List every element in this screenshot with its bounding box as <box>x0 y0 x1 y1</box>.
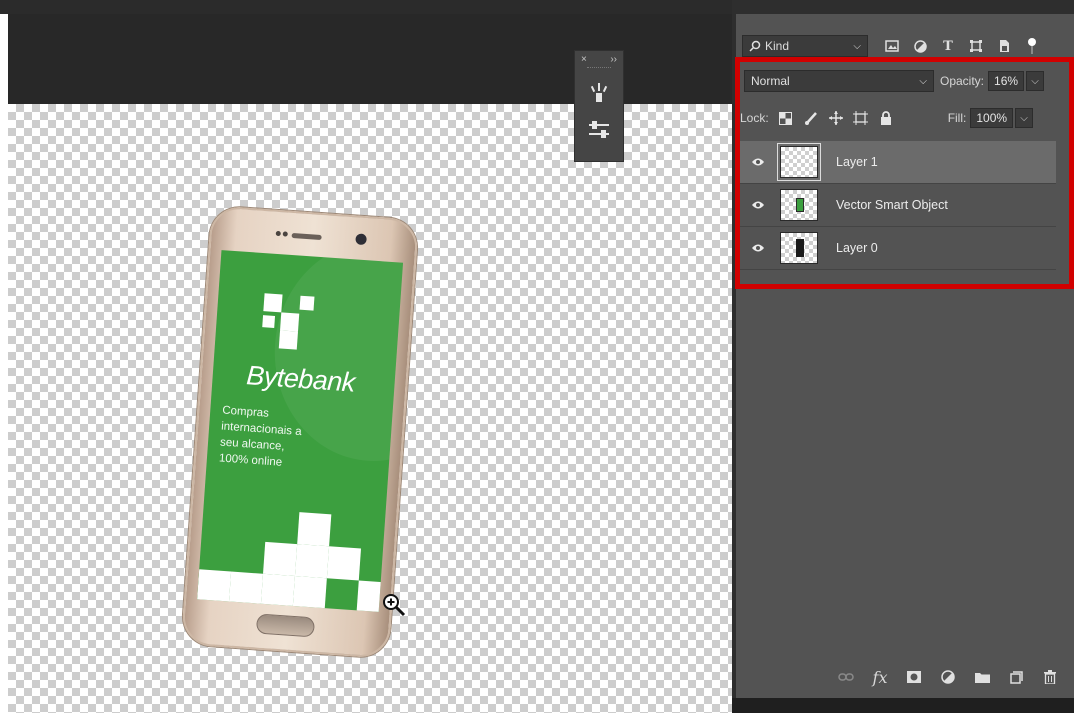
search-icon <box>749 40 761 52</box>
layers-footer: fx <box>736 664 1074 690</box>
close-icon[interactable]: × <box>581 54 587 65</box>
adjustment-filter-icon[interactable] <box>906 35 934 57</box>
pen-tools-icon[interactable] <box>575 73 623 111</box>
add-mask-icon[interactable] <box>904 667 924 687</box>
expand-icon[interactable]: ›› <box>610 54 617 65</box>
chevron-down-icon: ⌵ <box>853 40 861 52</box>
new-group-folder-icon[interactable] <box>972 667 992 687</box>
kind-filter-select[interactable]: Kind ⌵ <box>742 35 868 57</box>
annotation-highlight-box <box>735 57 1074 289</box>
shape-filter-icon[interactable] <box>962 35 990 57</box>
canvas-top-bar <box>0 0 732 14</box>
new-layer-icon[interactable] <box>1006 667 1026 687</box>
new-adjustment-layer-icon[interactable] <box>938 667 958 687</box>
adjust-sliders-icon[interactable] <box>575 111 623 149</box>
document-canvas[interactable]: × ›› Bytebank Compras internacionais a s… <box>0 0 732 713</box>
phone-screen: Bytebank Compras internacionais a seu al… <box>197 250 404 612</box>
tagline: Compras internacionais a seu alcance, 10… <box>218 404 302 469</box>
filter-toggle-icon[interactable] <box>1018 35 1046 57</box>
link-layers-icon[interactable] <box>836 667 856 687</box>
image-filter-icon[interactable] <box>878 35 906 57</box>
bytebank-logo-icon <box>260 293 324 357</box>
phone-sensors <box>275 230 288 238</box>
kind-label: Kind <box>765 39 790 53</box>
floating-tool-panel: × ›› <box>574 50 624 162</box>
smart-object-filter-icon[interactable] <box>990 35 1018 57</box>
delete-layer-icon[interactable] <box>1040 667 1060 687</box>
phone-mockup: Bytebank Compras internacionais a seu al… <box>180 205 420 659</box>
zoom-in-icon <box>381 592 407 618</box>
panel-bottom-edge <box>732 698 1074 713</box>
phone-home-button <box>255 613 316 638</box>
layer-effects-button[interactable]: fx <box>870 667 890 687</box>
type-filter-icon[interactable]: T <box>934 35 962 57</box>
